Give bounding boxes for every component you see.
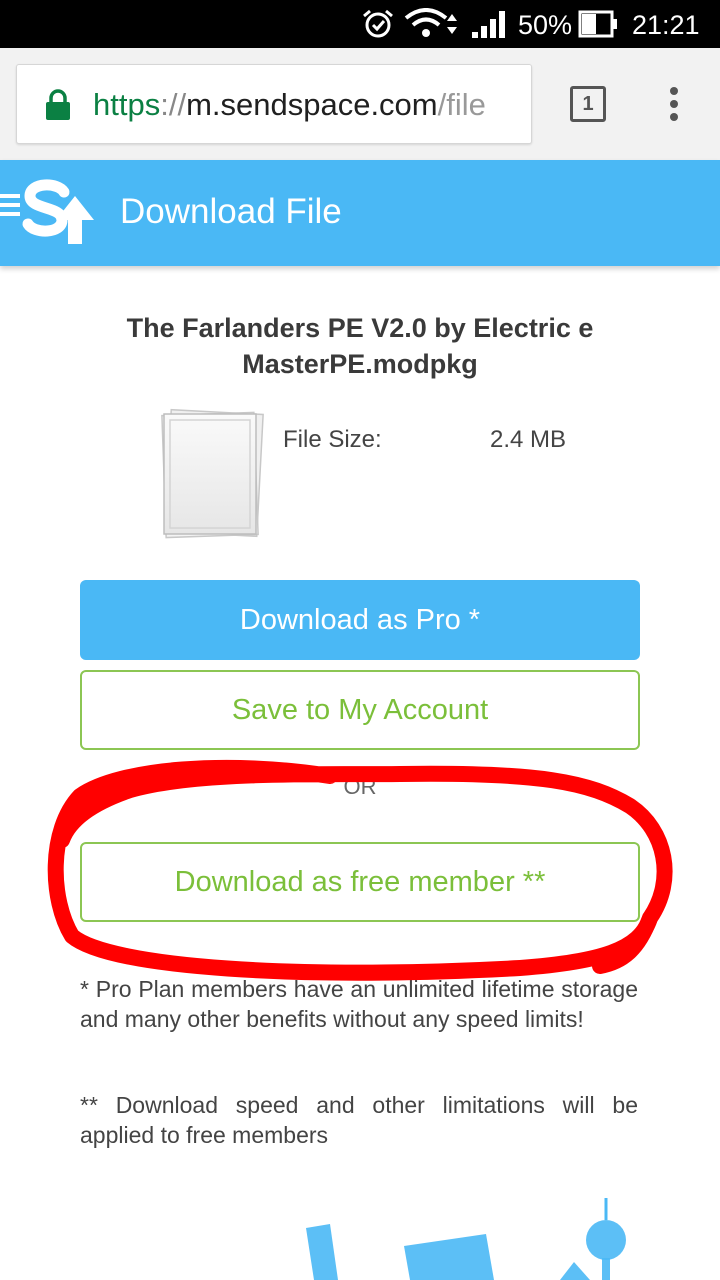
browser-toolbar: https://m.sendspace.com/file 1	[0, 48, 720, 160]
overflow-menu-icon[interactable]	[664, 86, 684, 122]
url-scheme: https	[93, 87, 161, 122]
alarm-icon	[363, 9, 393, 38]
save-to-account-button[interactable]: Save to My Account	[80, 670, 640, 750]
file-size-label: File Size:	[283, 426, 382, 453]
app-header: Download File	[0, 160, 720, 266]
battery-percent: 50%	[518, 10, 573, 40]
file-thumbnail-icon	[161, 408, 264, 539]
tab-switcher-icon[interactable]: 1	[570, 86, 606, 122]
url-host: m.sendspace.com	[186, 87, 438, 122]
file-name: The Farlanders PE V2.0 by Electric e Mas…	[126, 313, 594, 379]
url-fade	[501, 65, 531, 143]
signal-icon	[472, 11, 505, 38]
lock-icon	[46, 89, 70, 120]
hamburger-menu-icon	[0, 194, 20, 216]
sendspace-logo[interactable]	[0, 176, 100, 250]
address-bar[interactable]: https://m.sendspace.com/file	[16, 64, 532, 144]
clock: 21:21	[632, 10, 700, 40]
battery-icon	[578, 10, 617, 38]
wifi-icon	[404, 8, 457, 37]
free-member-note: ** Download speed and other limitations …	[80, 1092, 638, 1148]
decorative-illustration	[306, 1198, 626, 1280]
download-free-button[interactable]: Download as free member **	[80, 842, 640, 922]
download-pro-button[interactable]: Download as Pro *	[80, 580, 640, 660]
or-divider: OR	[343, 774, 377, 799]
url-text: https://m.sendspace.com/file	[93, 87, 486, 123]
pro-plan-note: * Pro Plan members have an unlimited lif…	[80, 976, 638, 1032]
url-separator: ://	[160, 87, 187, 122]
status-bar: 50% 21:21	[0, 0, 720, 48]
page-title: Download File	[120, 192, 342, 231]
url-path: /file	[437, 87, 486, 122]
file-size-value: 2.4 MB	[490, 426, 567, 453]
